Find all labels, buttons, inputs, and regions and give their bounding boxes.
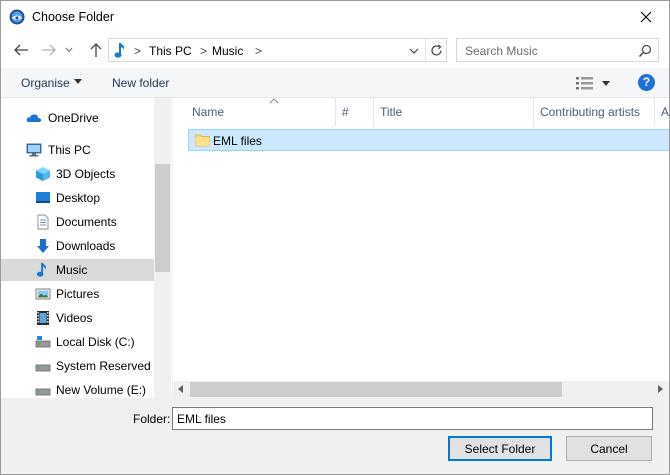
help-button[interactable]: ?: [638, 74, 655, 91]
refresh-icon: [430, 44, 442, 56]
forward-button[interactable]: [39, 40, 59, 60]
folder-icon: [195, 134, 210, 147]
sidebar-item-desktop[interactable]: Desktop: [1, 187, 154, 209]
breadcrumb-separator: >: [255, 44, 263, 58]
music-icon: [36, 262, 46, 277]
column-header-number[interactable]: #: [336, 98, 374, 126]
pictures-icon: [35, 288, 51, 300]
desktop-icon: [36, 192, 50, 203]
drive-icon: [35, 388, 51, 396]
select-folder-button[interactable]: Select Folder: [448, 436, 552, 461]
music-icon: [114, 43, 125, 58]
sidebar-item-new-volume-e[interactable]: New Volume (E:): [1, 379, 154, 398]
new-folder-button[interactable]: New folder: [112, 76, 169, 90]
sidebar-item-label: Documents: [56, 215, 117, 229]
organise-button[interactable]: Organise: [21, 76, 70, 90]
sort-ascending-icon: [269, 98, 279, 104]
file-row-name: EML files: [213, 134, 262, 148]
up-button[interactable]: [86, 40, 106, 60]
search-icon[interactable]: [638, 44, 652, 58]
column-header-label: #: [342, 105, 349, 119]
sidebar-scrollbar[interactable]: [154, 98, 171, 398]
sidebar-item-label: OneDrive: [48, 111, 99, 125]
sidebar-item-system-reserved-d[interactable]: System Reserved (D: [1, 355, 167, 377]
sidebar-item-3d-objects[interactable]: 3D Objects: [1, 163, 154, 185]
cancel-button[interactable]: Cancel: [566, 436, 652, 461]
breadcrumb-separator: >: [134, 44, 142, 58]
choose-folder-dialog: Choose Folder > This PC > Music > Search…: [0, 0, 670, 475]
breadcrumb-this-pc[interactable]: This PC: [149, 44, 192, 58]
column-header-label: A: [661, 105, 669, 119]
recent-locations-button[interactable]: [63, 40, 75, 60]
chevron-down-icon: [65, 47, 73, 53]
sidebar-item-label: 3D Objects: [56, 167, 116, 181]
sidebar-item-pictures[interactable]: Pictures: [1, 283, 154, 305]
horizontal-scroll-thumb[interactable]: [190, 382, 562, 397]
sidebar-item-label: This PC: [48, 143, 91, 157]
sidebar-item-label: Videos: [56, 311, 93, 325]
navigation-bar: > This PC > Music > Search Music: [1, 36, 669, 64]
drive-icon: [35, 336, 51, 348]
breadcrumb-music[interactable]: Music: [212, 44, 243, 58]
sidebar-item-label: Desktop: [56, 191, 101, 205]
sidebar-item-label: Local Disk (C:): [56, 335, 135, 349]
column-header-name[interactable]: Name: [186, 98, 336, 126]
sidebar-item-onedrive[interactable]: OneDrive: [1, 107, 154, 129]
dialog-title: Choose Folder: [32, 10, 114, 24]
sidebar-scroll-thumb[interactable]: [155, 164, 170, 272]
close-icon: [640, 11, 652, 23]
column-header-album[interactable]: A: [655, 98, 669, 126]
sidebar-item-documents[interactable]: Documents: [1, 211, 154, 233]
refresh-button[interactable]: [427, 42, 445, 58]
cube-icon: [36, 167, 50, 181]
sidebar-item-downloads[interactable]: Downloads: [1, 235, 154, 257]
file-list[interactable]: Name # Title Contributing artists A EML …: [173, 98, 669, 398]
sidebar-item-label: Downloads: [56, 239, 116, 253]
address-divider: [425, 39, 426, 61]
drive-icon: [35, 364, 51, 372]
file-row-eml-files[interactable]: EML files: [188, 129, 669, 151]
search-box[interactable]: Search Music: [456, 38, 659, 62]
sidebar-item-local-disk-c[interactable]: Local Disk (C:): [1, 331, 154, 353]
address-bar[interactable]: > This PC > Music >: [108, 38, 447, 62]
folder-label: Folder:: [133, 412, 171, 426]
sidebar-item-label: Music: [56, 263, 88, 277]
sidebar-item-this-pc[interactable]: This PC: [1, 139, 154, 161]
video-icon: [37, 311, 49, 325]
document-icon: [37, 214, 49, 230]
title-bar[interactable]: Choose Folder: [1, 1, 669, 33]
address-dropdown-icon[interactable]: [407, 45, 421, 57]
thunderbird-icon: [9, 9, 25, 25]
navigation-pane[interactable]: OneDrive This PC 3D Objects Desktop Docu…: [1, 98, 172, 398]
sidebar-item-label: New Volume (E:): [56, 383, 147, 397]
arrow-right-icon: [42, 44, 56, 56]
onedrive-icon: [26, 114, 42, 122]
scroll-right-icon[interactable]: [656, 385, 664, 393]
search-placeholder: Search Music: [465, 44, 538, 58]
sidebar-item-videos[interactable]: Videos: [1, 307, 154, 329]
arrow-up-icon: [90, 43, 102, 57]
column-header-contributing-artists[interactable]: Contributing artists: [534, 98, 655, 126]
computer-icon: [26, 143, 42, 157]
download-icon: [37, 239, 49, 253]
breadcrumb-separator: >: [200, 44, 208, 58]
column-header-label: Contributing artists: [540, 105, 641, 119]
column-header-label: Title: [380, 105, 403, 119]
back-button[interactable]: [11, 40, 31, 60]
arrow-left-icon: [14, 44, 28, 56]
sidebar-item-label: System Reserved (D: [56, 359, 167, 373]
close-button[interactable]: [623, 1, 669, 33]
folder-input[interactable]: [172, 407, 653, 430]
details-view-icon[interactable]: [575, 75, 611, 91]
column-header-title[interactable]: Title: [374, 98, 534, 126]
scroll-left-icon[interactable]: [177, 385, 185, 393]
organise-dropdown-icon[interactable]: [74, 79, 82, 85]
column-header-label: Name: [192, 105, 225, 119]
command-bar: Organise New folder ?: [1, 68, 669, 98]
sidebar-item-label: Pictures: [56, 287, 100, 301]
sidebar-item-music[interactable]: Music: [1, 259, 154, 281]
horizontal-scrollbar[interactable]: [173, 381, 669, 398]
